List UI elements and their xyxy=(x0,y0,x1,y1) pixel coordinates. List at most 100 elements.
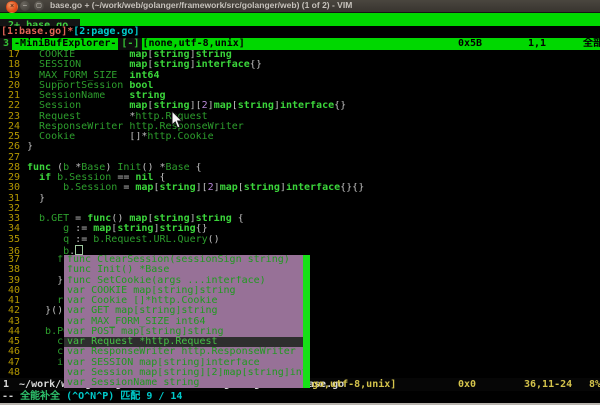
code-line[interactable]: 27 xyxy=(0,153,600,163)
code-text: Cookie []*http.Cookie xyxy=(27,132,214,142)
code-line[interactable]: 35 q := b.Request.URL.Query() xyxy=(0,235,600,245)
line-number: 22 xyxy=(0,101,20,111)
line-number: 38 xyxy=(0,265,20,275)
code-line[interactable]: 29 if b.Session == nil { xyxy=(0,173,600,183)
code-text: COOKIE map[string]string xyxy=(27,50,232,60)
line-number: 35 xyxy=(0,235,20,245)
completion-item[interactable]: func Init() *Base xyxy=(64,265,303,275)
line-number: 33 xyxy=(0,214,20,224)
completion-item[interactable]: var Request *http.Request xyxy=(64,337,303,347)
code-text: } xyxy=(27,276,63,286)
line-number: 25 xyxy=(0,132,20,142)
code-line[interactable]: 19 MAX_FORM_SIZE int64 xyxy=(0,71,600,81)
buffer-tab-base-go[interactable]: [1:base.go]* xyxy=(1,26,73,37)
completion-item[interactable]: func SetCookie(args ...interface) xyxy=(64,276,303,286)
line-number: 48 xyxy=(0,368,20,378)
completion-item[interactable]: var POST map[string]string xyxy=(64,327,303,337)
code-line[interactable]: 22 Session map[string][2]map[string]inte… xyxy=(0,101,600,111)
code-text: ResponseWriter http.ResponseWriter xyxy=(27,122,244,132)
line-number: 42 xyxy=(0,306,20,316)
buffer-list: [1:base.go]*[2:page.go] xyxy=(0,26,600,38)
line-number: 23 xyxy=(0,112,20,122)
line-number: 46 xyxy=(0,347,20,357)
code-line[interactable]: 21 SessionName string xyxy=(0,91,600,101)
window-titlebar: × – ▢ base.go + (~/work/web/golanger/fra… xyxy=(0,0,600,13)
close-icon[interactable]: × xyxy=(6,1,18,13)
mini-modified-flag: [-] xyxy=(118,38,142,50)
cmd-match-count: 9 / 14 xyxy=(146,391,182,402)
code-line[interactable]: 28 func (b *Base) Init() *Base { xyxy=(0,163,600,173)
popup-scrollbar[interactable] xyxy=(303,255,310,388)
code-text: }() xyxy=(27,306,63,316)
completion-item[interactable]: var GET map[string]string xyxy=(64,306,303,316)
completion-item[interactable]: var MAX_FORM_SIZE int64 xyxy=(64,317,303,327)
status-fileinfo: go,utf-8,unix] xyxy=(312,378,396,391)
code-line[interactable]: 30 b.Session = map[string][2]map[string]… xyxy=(0,183,600,193)
completion-item[interactable]: func ClearSession(sessionSign string) xyxy=(64,255,303,265)
line-number: 32 xyxy=(0,204,20,214)
code-line[interactable]: 20 SupportSession bool xyxy=(0,81,600,91)
code-text: } xyxy=(27,142,33,152)
code-text: g := map[string]string{} xyxy=(27,224,208,234)
completion-item[interactable]: var Session map[string][2]map[string]int… xyxy=(64,368,303,378)
buffer-tab-page-go[interactable]: [2:page.go] xyxy=(73,26,139,37)
line-number: 26 xyxy=(0,142,20,152)
code-line[interactable]: 34 g := map[string]string{} xyxy=(0,224,600,234)
insert-cursor xyxy=(75,245,83,255)
code-line[interactable]: 31 } xyxy=(0,194,600,204)
code-line[interactable]: 33 b.GET = func() map[string]string { xyxy=(0,214,600,224)
minimize-icon[interactable]: – xyxy=(20,1,30,11)
vim-window: × – ▢ base.go + (~/work/web/golanger/fra… xyxy=(0,0,600,405)
line-number: 19 xyxy=(0,71,20,81)
code-line[interactable]: 24 ResponseWriter http.ResponseWriter xyxy=(0,122,600,132)
code-text: func (b *Base) Init() *Base { xyxy=(27,163,202,173)
code-line[interactable]: 17 COOKIE map[string]string xyxy=(0,50,600,60)
completion-item[interactable]: var Cookie []*http.Cookie xyxy=(64,296,303,306)
completion-item[interactable]: var SessionName string xyxy=(64,378,303,388)
mouse-cursor xyxy=(171,111,183,129)
cmd-completion-keys: (^O^N^P) xyxy=(66,391,120,402)
code-text: c xyxy=(27,337,63,347)
code-text: r xyxy=(27,296,63,306)
line-number: 28 xyxy=(0,163,20,173)
code-text: Session map[string][2]map[string]interfa… xyxy=(27,101,346,111)
line-number: 36 xyxy=(0,247,20,255)
code-line[interactable]: 18 SESSION map[string]interface{} xyxy=(0,60,600,70)
code-text: if b.Session == nil { xyxy=(27,173,166,183)
line-number: 24 xyxy=(0,122,20,132)
mini-cursor-position: 1,1 xyxy=(528,38,546,50)
code-text: b.GET = func() map[string]string { xyxy=(27,214,244,224)
line-number: 34 xyxy=(0,224,20,234)
completion-popup: func ClearSession(sessionSign string)fun… xyxy=(64,255,310,388)
completion-item[interactable]: var SESSION map[string]interface xyxy=(64,358,303,368)
maximize-icon[interactable]: ▢ xyxy=(34,1,44,11)
code-text: q := b.Request.URL.Query() xyxy=(27,235,220,245)
status-buffer-number: 1 xyxy=(3,379,9,390)
line-number: 30 xyxy=(0,183,20,193)
mini-scroll-indicator: 全部 xyxy=(583,38,600,50)
code-text: MAX_FORM_SIZE int64 xyxy=(27,71,159,81)
line-number: 20 xyxy=(0,81,20,91)
vim-tabline: 2+ base.go xyxy=(0,13,600,26)
cmd-match-label: 匹配 xyxy=(120,391,146,402)
mini-hex-value: 0x5B xyxy=(458,38,482,50)
code-line[interactable]: 36 b. xyxy=(0,245,600,255)
code-line[interactable]: 25 Cookie []*http.Cookie xyxy=(0,132,600,142)
completion-item[interactable]: var COOKIE map[string]string xyxy=(64,286,303,296)
cmd-mode-dashes: -- xyxy=(2,391,20,402)
mini-buffer-number: 3 xyxy=(0,38,12,50)
code-text: b.Session = map[string][2]map[string]int… xyxy=(27,183,364,193)
line-number: 18 xyxy=(0,60,20,70)
mini-fileinfo: [none,utf-8,unix] xyxy=(142,38,244,49)
code-line[interactable]: 32 xyxy=(0,204,600,214)
completion-item[interactable]: var ResponseWriter http.ResponseWriter xyxy=(64,347,303,357)
code-line[interactable]: 23 Request *http.Request xyxy=(0,112,600,122)
code-text: SESSION map[string]interface{} xyxy=(27,60,262,70)
cmd-completion-mode: 全能补全 xyxy=(20,391,66,402)
code-text: SessionName string xyxy=(27,91,165,101)
line-number: 31 xyxy=(0,194,20,204)
status-scroll-indicator: 8% xyxy=(589,378,600,391)
line-number: 47 xyxy=(0,358,20,368)
code-line[interactable]: 26} xyxy=(0,142,600,152)
line-number: 27 xyxy=(0,153,20,163)
